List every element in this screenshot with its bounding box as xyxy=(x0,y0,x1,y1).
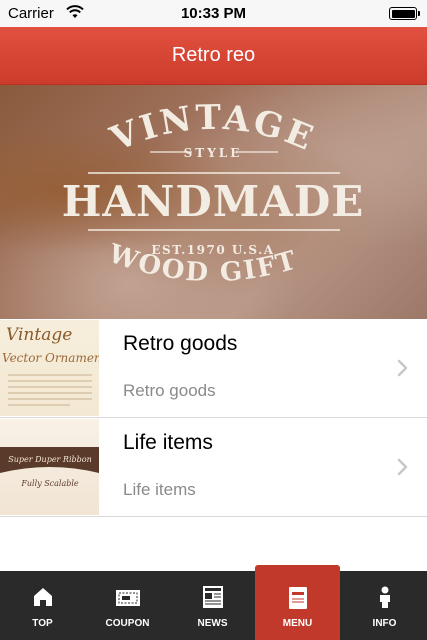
thumbnail-art: Super Duper Ribbon Fully Scalable xyxy=(0,447,99,488)
item-title: Retro goods xyxy=(123,332,238,355)
tab-bar: TOP COUPON NEWS MENU INFO xyxy=(0,565,427,640)
tab-label: TOP xyxy=(32,618,53,629)
menu-book-icon xyxy=(288,587,307,609)
item-title: Life items xyxy=(123,431,213,454)
menu-list: Vintage Vector Ornaments Retro goods Ret… xyxy=(0,319,427,517)
hero-handmade-text: HANDMADE xyxy=(62,177,365,226)
chevron-right-icon xyxy=(397,359,408,377)
tab-info[interactable]: INFO xyxy=(342,571,427,640)
info-person-icon xyxy=(379,586,390,608)
chevron-right-icon xyxy=(397,458,408,476)
status-time: 10:33 PM xyxy=(180,5,247,22)
coupon-icon xyxy=(115,590,140,606)
tab-menu[interactable]: MENU xyxy=(255,565,340,640)
hero-banner[interactable]: VINTAGE STYLE HANDMADE EST.1970 U.S.A WO… xyxy=(0,85,427,319)
tab-coupon[interactable]: COUPON xyxy=(85,571,170,640)
item-subtitle: Retro goods xyxy=(123,381,216,400)
tab-label: NEWS xyxy=(197,618,228,629)
battery-icon xyxy=(389,7,420,20)
tab-news[interactable]: NEWS xyxy=(170,571,255,640)
thumbnail-art: Vintage Vector Ornaments xyxy=(2,325,99,406)
home-icon xyxy=(33,588,52,606)
tab-label: COUPON xyxy=(105,618,150,629)
tab-top[interactable]: TOP xyxy=(0,571,85,640)
thumbnail-heading: Vintage xyxy=(6,325,72,345)
thumbnail-subheading: Fully Scalable xyxy=(20,479,79,488)
thumbnail-image: Super Duper Ribbon Fully Scalable xyxy=(0,419,99,515)
hero-style-text: STYLE xyxy=(184,146,243,160)
hero-artwork: VINTAGE STYLE HANDMADE EST.1970 U.S.A WO… xyxy=(0,85,365,288)
thumbnail-image: Vintage Vector Ornaments xyxy=(0,320,99,416)
tab-label: MENU xyxy=(282,618,313,629)
list-item-retro-goods[interactable]: Vintage Vector Ornaments Retro goods Ret… xyxy=(0,319,427,418)
page-title: Retro reo xyxy=(171,44,256,66)
list-item-life-items[interactable]: Super Duper Ribbon Fully Scalable Life i… xyxy=(0,418,427,517)
item-subtitle: Life items xyxy=(123,480,196,499)
newspaper-icon xyxy=(202,586,223,608)
status-bar: Carrier 10:33 PM xyxy=(0,0,427,27)
thumbnail-text-lines xyxy=(8,374,92,406)
thumbnail-heading: Super Duper Ribbon xyxy=(8,455,91,464)
thumbnail-subheading: Vector Ornaments xyxy=(2,351,99,365)
tab-label: INFO xyxy=(372,618,397,629)
navigation-bar: Retro reo xyxy=(0,27,427,85)
